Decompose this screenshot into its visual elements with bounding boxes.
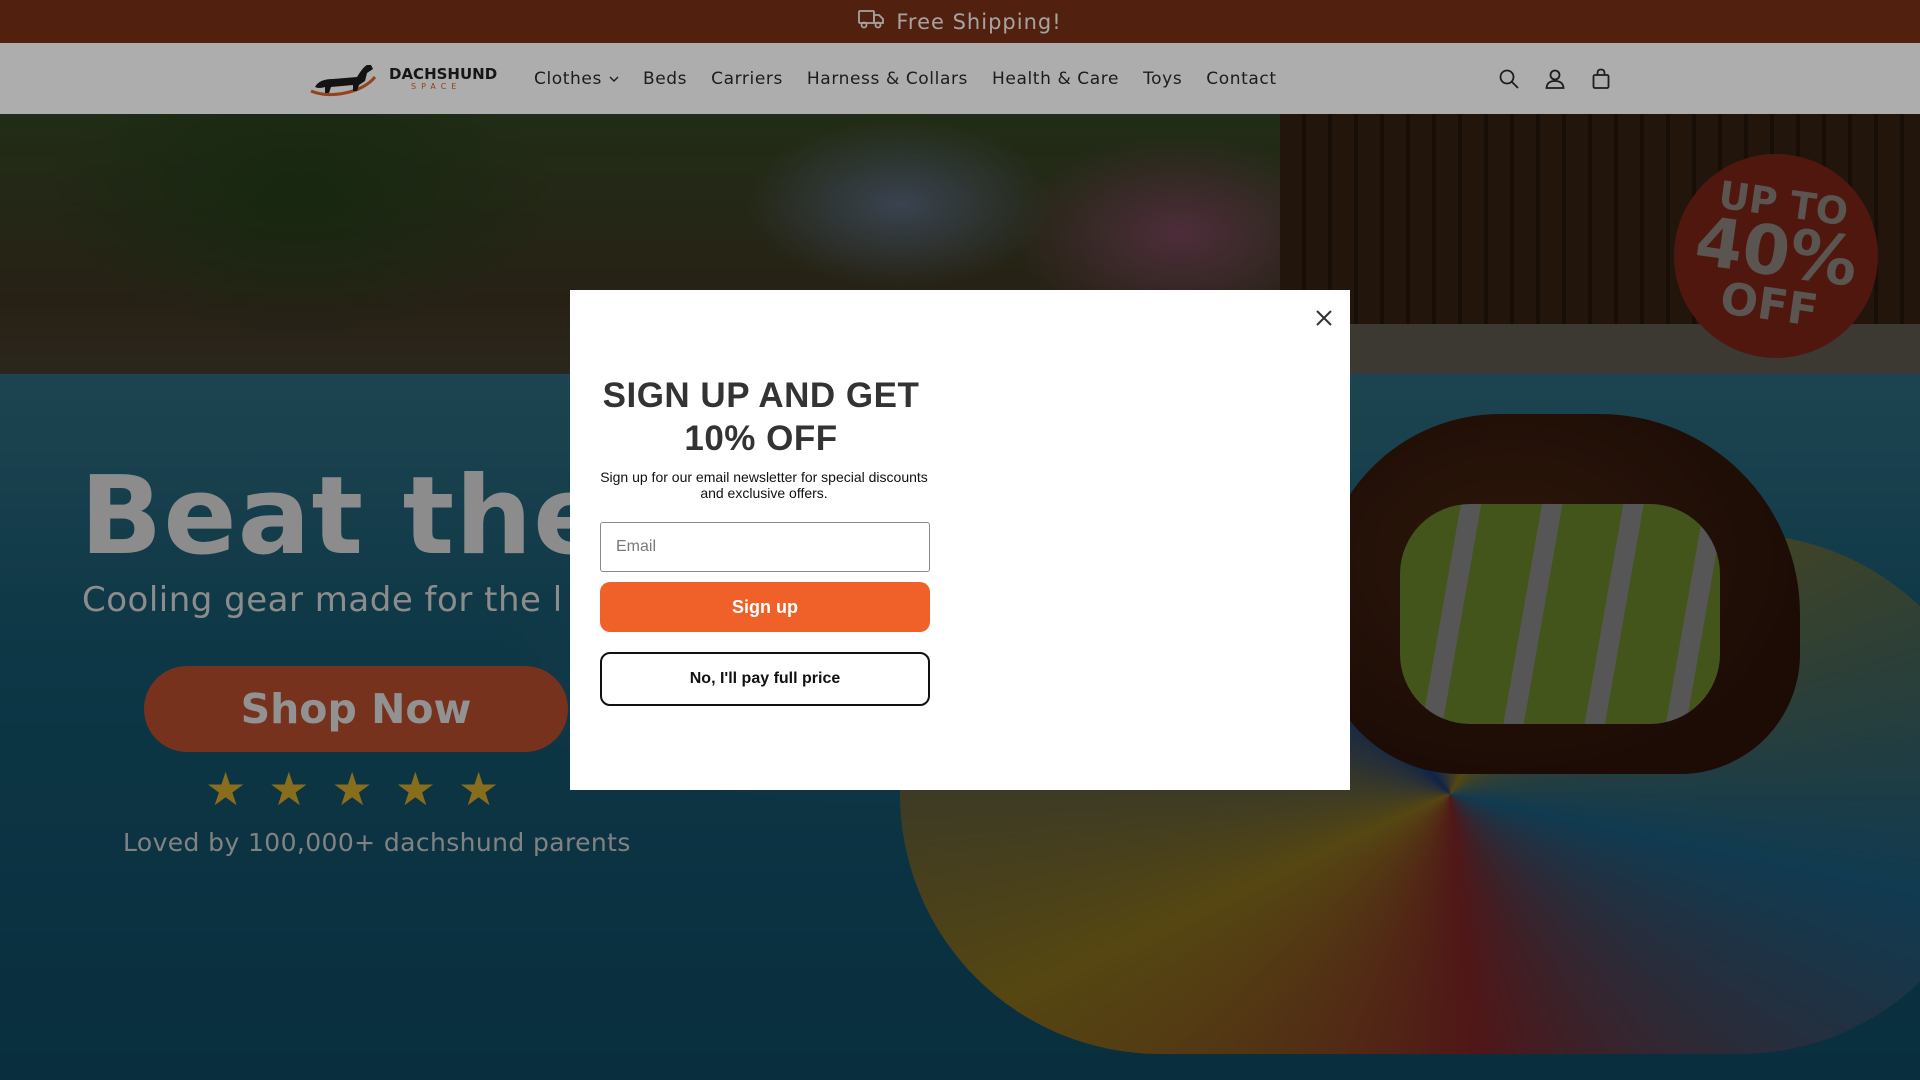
decline-offer-button[interactable]: No, I'll pay full price <box>600 652 930 706</box>
close-icon[interactable] <box>1309 303 1339 333</box>
modal-title: SIGN UP AND GET 10% OFF <box>602 376 920 458</box>
email-field[interactable] <box>600 522 930 572</box>
signup-button[interactable]: Sign up <box>600 582 930 632</box>
modal-description: Sign up for our email newsletter for spe… <box>600 469 928 501</box>
